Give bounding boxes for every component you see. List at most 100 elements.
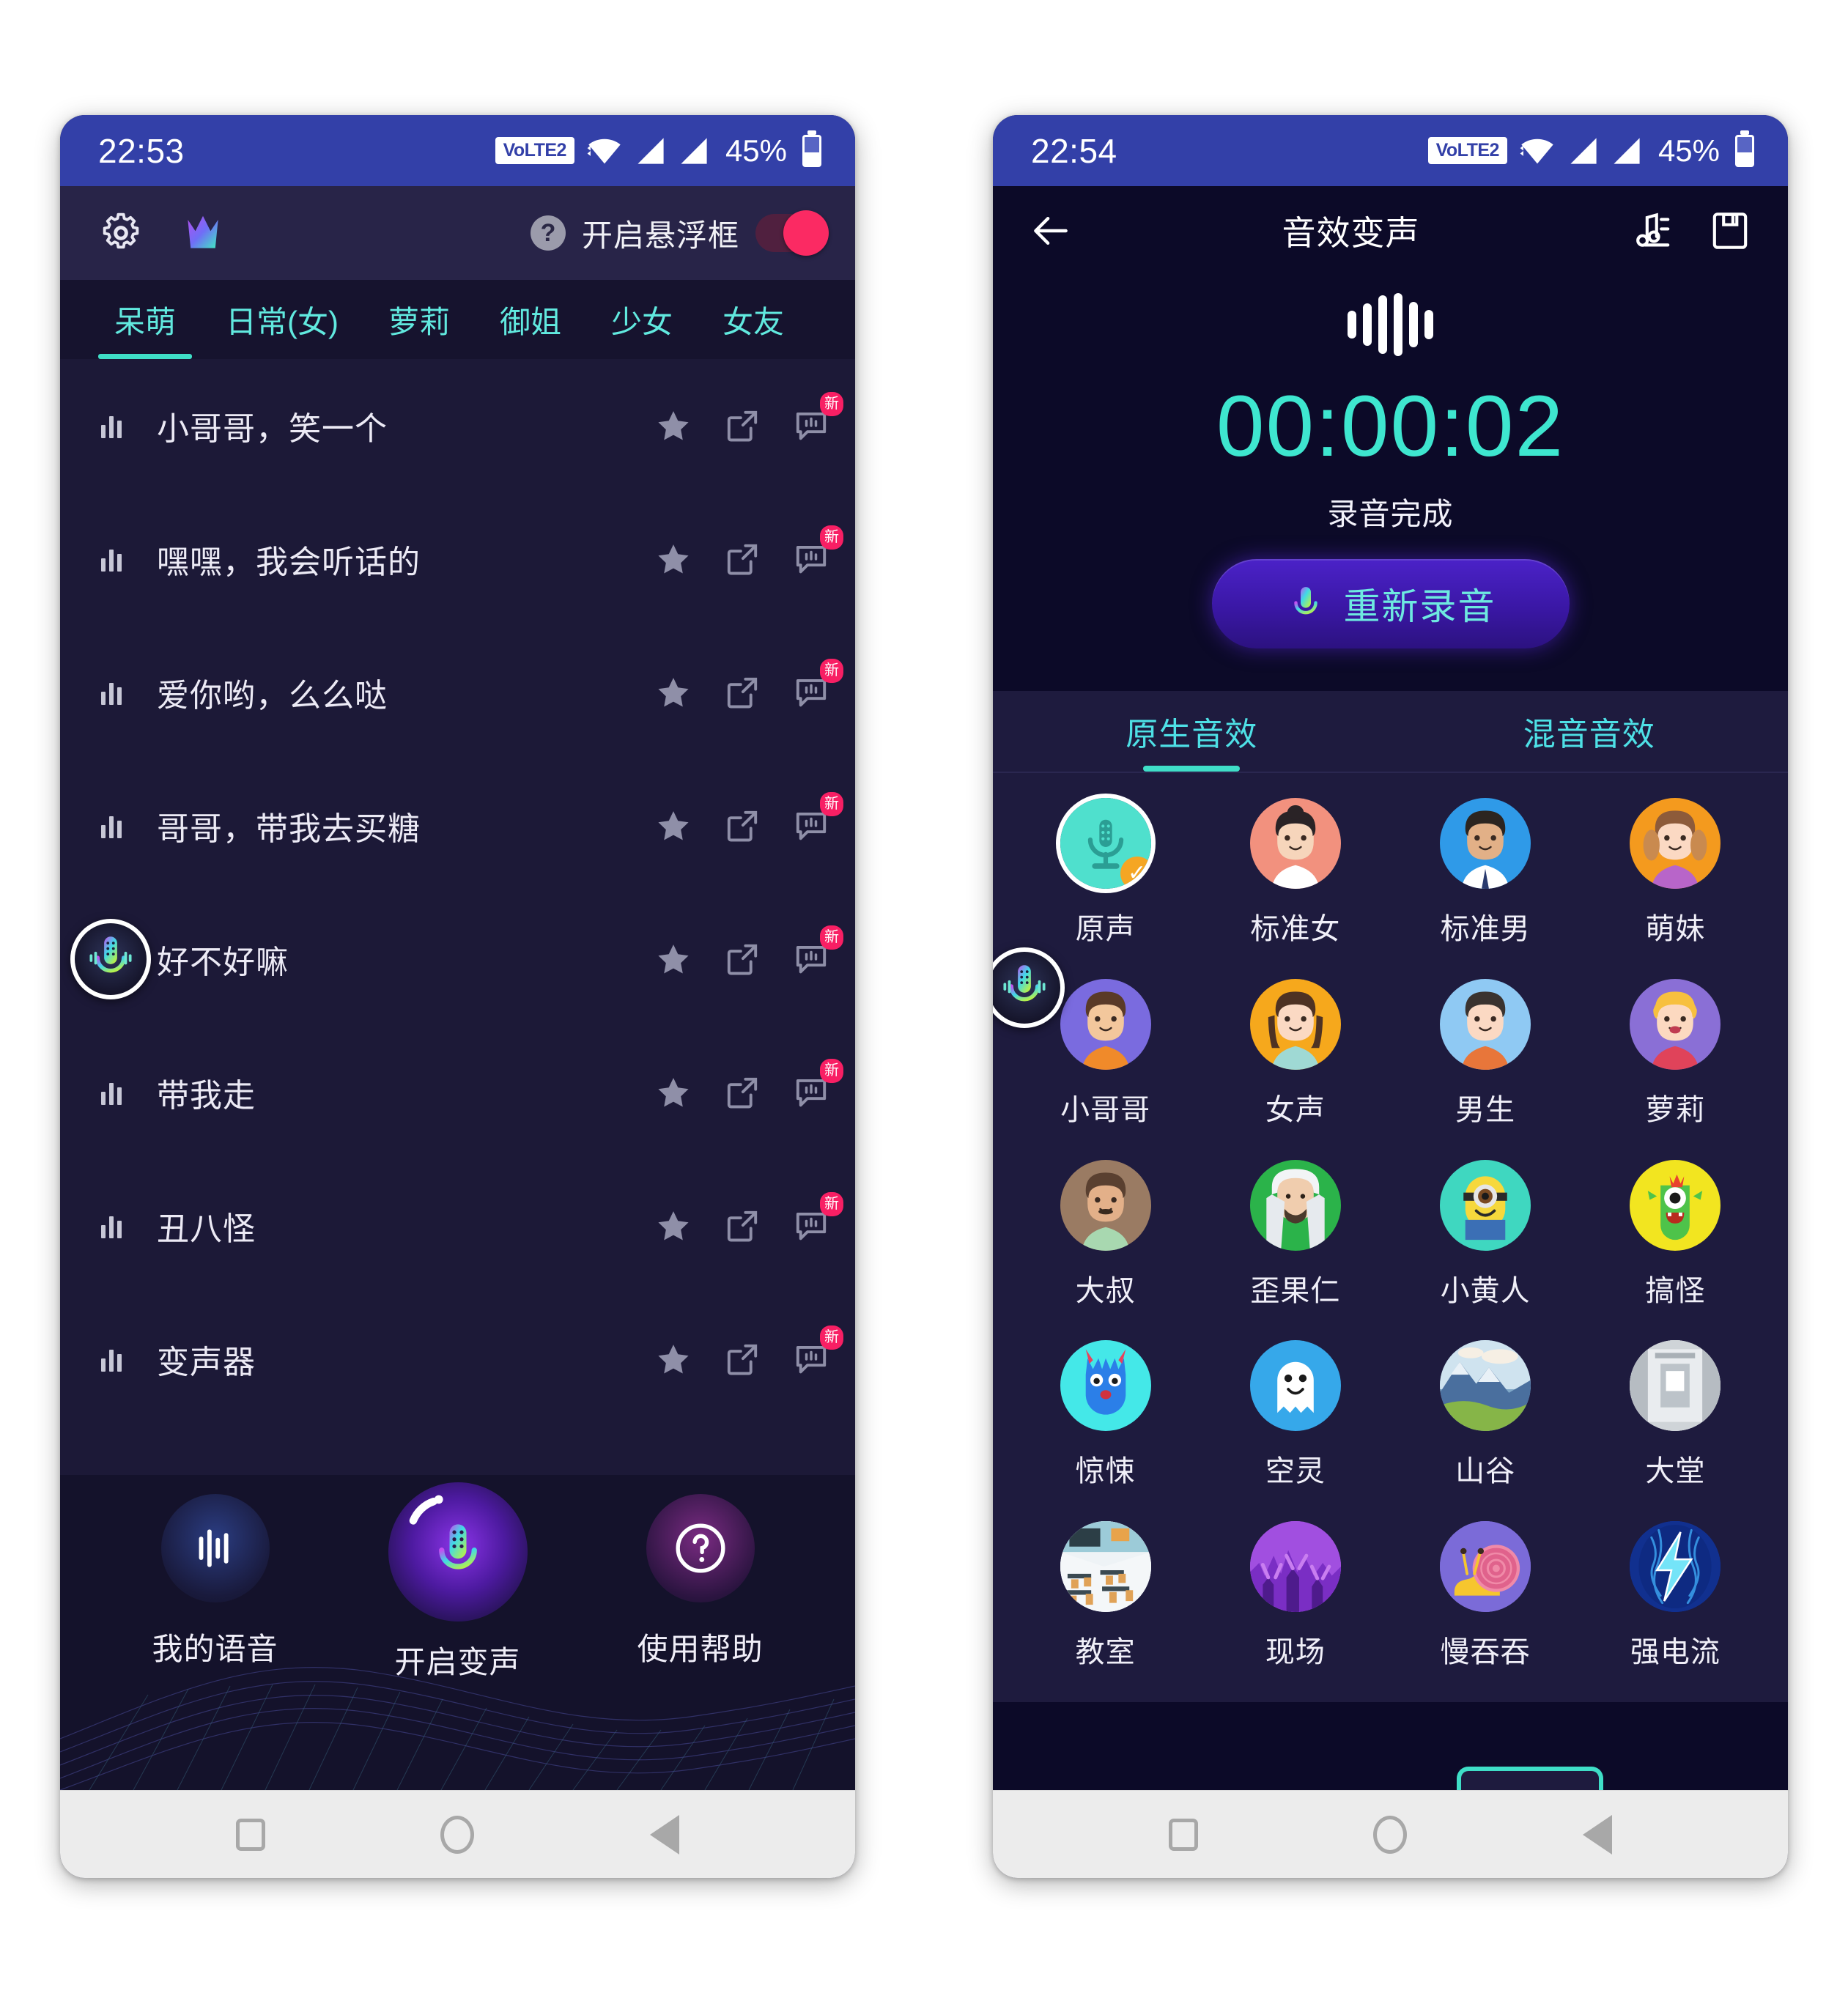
share-icon[interactable] bbox=[723, 1073, 761, 1112]
comment-icon[interactable]: 新 bbox=[792, 659, 843, 711]
ghost-avatar-icon[interactable] bbox=[1249, 1340, 1341, 1432]
share-icon[interactable] bbox=[723, 1340, 761, 1378]
voice-effect-item[interactable]: 女声 bbox=[1200, 978, 1390, 1160]
table-row[interactable]: 变声器 新 bbox=[60, 1293, 855, 1426]
star-icon[interactable] bbox=[654, 940, 692, 978]
music-note-list-icon[interactable] bbox=[1628, 208, 1674, 254]
comment-icon[interactable]: 新 bbox=[792, 1325, 843, 1378]
voice-effect-item[interactable]: 空灵 bbox=[1200, 1340, 1390, 1521]
voice-effect-item[interactable]: 慢吞吞 bbox=[1391, 1521, 1581, 1702]
cute-girl-avatar-icon[interactable] bbox=[1630, 798, 1721, 889]
share-icon[interactable] bbox=[723, 940, 761, 978]
voice-effect-item[interactable]: 男生 bbox=[1391, 978, 1581, 1160]
voice-effect-item[interactable]: 标准女 bbox=[1200, 798, 1390, 979]
re-record-button[interactable]: 重新录音 bbox=[1211, 559, 1570, 648]
voice-effect-item[interactable]: 现场 bbox=[1200, 1521, 1390, 1702]
tab-mixed-effects[interactable]: 混音音效 bbox=[1391, 691, 1789, 772]
tab-nvyou[interactable]: 女友 bbox=[698, 280, 809, 359]
voice-effect-item[interactable]: 山谷 bbox=[1391, 1340, 1581, 1521]
tab-luoli[interactable]: 萝莉 bbox=[363, 280, 475, 359]
voice-effect-item[interactable]: 强电流 bbox=[1581, 1521, 1770, 1702]
home-circle-icon[interactable] bbox=[440, 1815, 475, 1854]
table-row[interactable]: 嘿嘿，我会听话的 新 bbox=[60, 492, 855, 626]
young-man-avatar-icon[interactable] bbox=[1060, 978, 1151, 1070]
concert-avatar-icon[interactable] bbox=[1249, 1521, 1341, 1613]
phone1-android-nav[interactable] bbox=[60, 1790, 855, 1878]
tab-daimeng[interactable]: 呆萌 bbox=[89, 280, 201, 359]
arrow-left-icon[interactable] bbox=[1028, 208, 1073, 254]
nav-item-my-voice[interactable]: 我的语音 bbox=[94, 1494, 336, 1790]
crown-logo-icon[interactable] bbox=[180, 210, 226, 256]
star-icon[interactable] bbox=[654, 1207, 692, 1245]
phone2-voice-effect-grid[interactable]: ✓ 原声 标准女 标准男 萌妹 小哥哥 女声 男生 萝莉 大叔 歪果仁 小黄人 … bbox=[993, 773, 1788, 1702]
table-row[interactable]: 哥哥，带我去买糖 新 bbox=[60, 759, 855, 892]
voice-effect-item[interactable]: 大叔 bbox=[1010, 1159, 1200, 1341]
snail-avatar-icon[interactable] bbox=[1440, 1521, 1531, 1613]
share-icon[interactable] bbox=[723, 673, 761, 711]
valley-avatar-icon[interactable] bbox=[1440, 1340, 1531, 1432]
share-icon[interactable] bbox=[723, 807, 761, 845]
table-row[interactable]: 小哥哥，笑一个 新 bbox=[60, 359, 855, 492]
back-triangle-icon[interactable] bbox=[1583, 1814, 1613, 1855]
voice-effect-item[interactable]: 标准男 bbox=[1391, 798, 1581, 979]
comment-icon[interactable]: 新 bbox=[792, 392, 843, 445]
home-circle-icon[interactable] bbox=[1373, 1815, 1408, 1854]
star-icon[interactable] bbox=[654, 807, 692, 845]
classroom-avatar-icon[interactable] bbox=[1060, 1521, 1151, 1613]
floating-mic-widget[interactable] bbox=[993, 947, 1065, 1028]
nav-item-help[interactable]: 使用帮助 bbox=[579, 1494, 821, 1790]
boy-avatar-icon[interactable] bbox=[1440, 978, 1531, 1070]
voice-effect-item[interactable]: 萌妹 bbox=[1581, 798, 1770, 979]
comment-icon[interactable]: 新 bbox=[792, 792, 843, 845]
recents-square-icon[interactable] bbox=[1168, 1818, 1198, 1851]
horror-avatar-icon[interactable] bbox=[1060, 1340, 1151, 1432]
table-row[interactable]: 丑八怪 新 bbox=[60, 1159, 855, 1293]
loli-avatar-icon[interactable] bbox=[1630, 978, 1721, 1070]
lightning-avatar-icon[interactable] bbox=[1630, 1521, 1721, 1613]
share-icon[interactable] bbox=[723, 1207, 761, 1245]
comment-icon[interactable]: 新 bbox=[792, 925, 843, 978]
star-icon[interactable] bbox=[654, 1340, 692, 1378]
table-row[interactable]: 好不好嘛 新 bbox=[60, 892, 855, 1026]
foreigner-avatar-icon[interactable] bbox=[1249, 1159, 1341, 1251]
save-floppy-icon[interactable] bbox=[1707, 208, 1753, 254]
female-avatar-icon[interactable] bbox=[1249, 978, 1341, 1070]
table-row[interactable]: 爱你哟，么么哒 新 bbox=[60, 626, 855, 759]
share-icon[interactable] bbox=[723, 540, 761, 578]
tab-native-effects[interactable]: 原生音效 bbox=[993, 691, 1391, 772]
star-icon[interactable] bbox=[654, 673, 692, 711]
monster-avatar-icon[interactable] bbox=[1630, 1159, 1721, 1251]
voice-effect-item[interactable]: 歪果仁 bbox=[1200, 1159, 1390, 1341]
voice-effect-item[interactable]: 惊悚 bbox=[1010, 1340, 1200, 1521]
woman-avatar-icon[interactable] bbox=[1249, 798, 1341, 889]
hall-avatar-icon[interactable] bbox=[1630, 1340, 1721, 1432]
voice-effect-item[interactable]: 大堂 bbox=[1581, 1340, 1770, 1521]
voice-effect-item[interactable]: 萝莉 bbox=[1581, 978, 1770, 1160]
voice-effect-item[interactable]: 小黄人 bbox=[1391, 1159, 1581, 1341]
back-triangle-icon[interactable] bbox=[650, 1814, 680, 1855]
phone2-android-nav[interactable] bbox=[993, 1790, 1788, 1878]
comment-icon[interactable]: 新 bbox=[792, 525, 843, 578]
comment-icon[interactable]: 新 bbox=[792, 1059, 843, 1112]
man-avatar-icon[interactable] bbox=[1440, 798, 1531, 889]
minion-avatar-icon[interactable] bbox=[1440, 1159, 1531, 1251]
question-mark-icon[interactable]: ? bbox=[530, 215, 566, 251]
phone1-voice-list[interactable]: 小哥哥，笑一个 新 嘿嘿，我会听话的 新 爱你哟，么么哒 新 哥哥，带我去买糖 … bbox=[60, 359, 855, 1475]
voice-effect-item[interactable]: 搞怪 bbox=[1581, 1159, 1770, 1341]
uncle-avatar-icon[interactable] bbox=[1060, 1159, 1151, 1251]
recents-square-icon[interactable] bbox=[235, 1818, 265, 1851]
tab-yujie[interactable]: 御姐 bbox=[475, 280, 586, 359]
gear-icon[interactable] bbox=[98, 210, 144, 256]
floating-mic-widget[interactable] bbox=[70, 919, 151, 999]
nav-item-start-changer[interactable]: 开启变声 bbox=[336, 1482, 579, 1790]
tab-richang-nv[interactable]: 日常(女) bbox=[201, 280, 363, 359]
comment-icon[interactable]: 新 bbox=[792, 1192, 843, 1245]
star-icon[interactable] bbox=[654, 1073, 692, 1112]
phone2-effect-tabs[interactable]: 原生音效 混音音效 bbox=[993, 691, 1788, 773]
mic-avatar-icon[interactable]: ✓ bbox=[1060, 798, 1151, 889]
tab-shaonv[interactable]: 少女 bbox=[586, 280, 698, 359]
share-icon[interactable] bbox=[723, 407, 761, 445]
table-row[interactable]: 带我走 新 bbox=[60, 1026, 855, 1159]
star-icon[interactable] bbox=[654, 540, 692, 578]
voice-effect-item[interactable]: 教室 bbox=[1010, 1521, 1200, 1702]
